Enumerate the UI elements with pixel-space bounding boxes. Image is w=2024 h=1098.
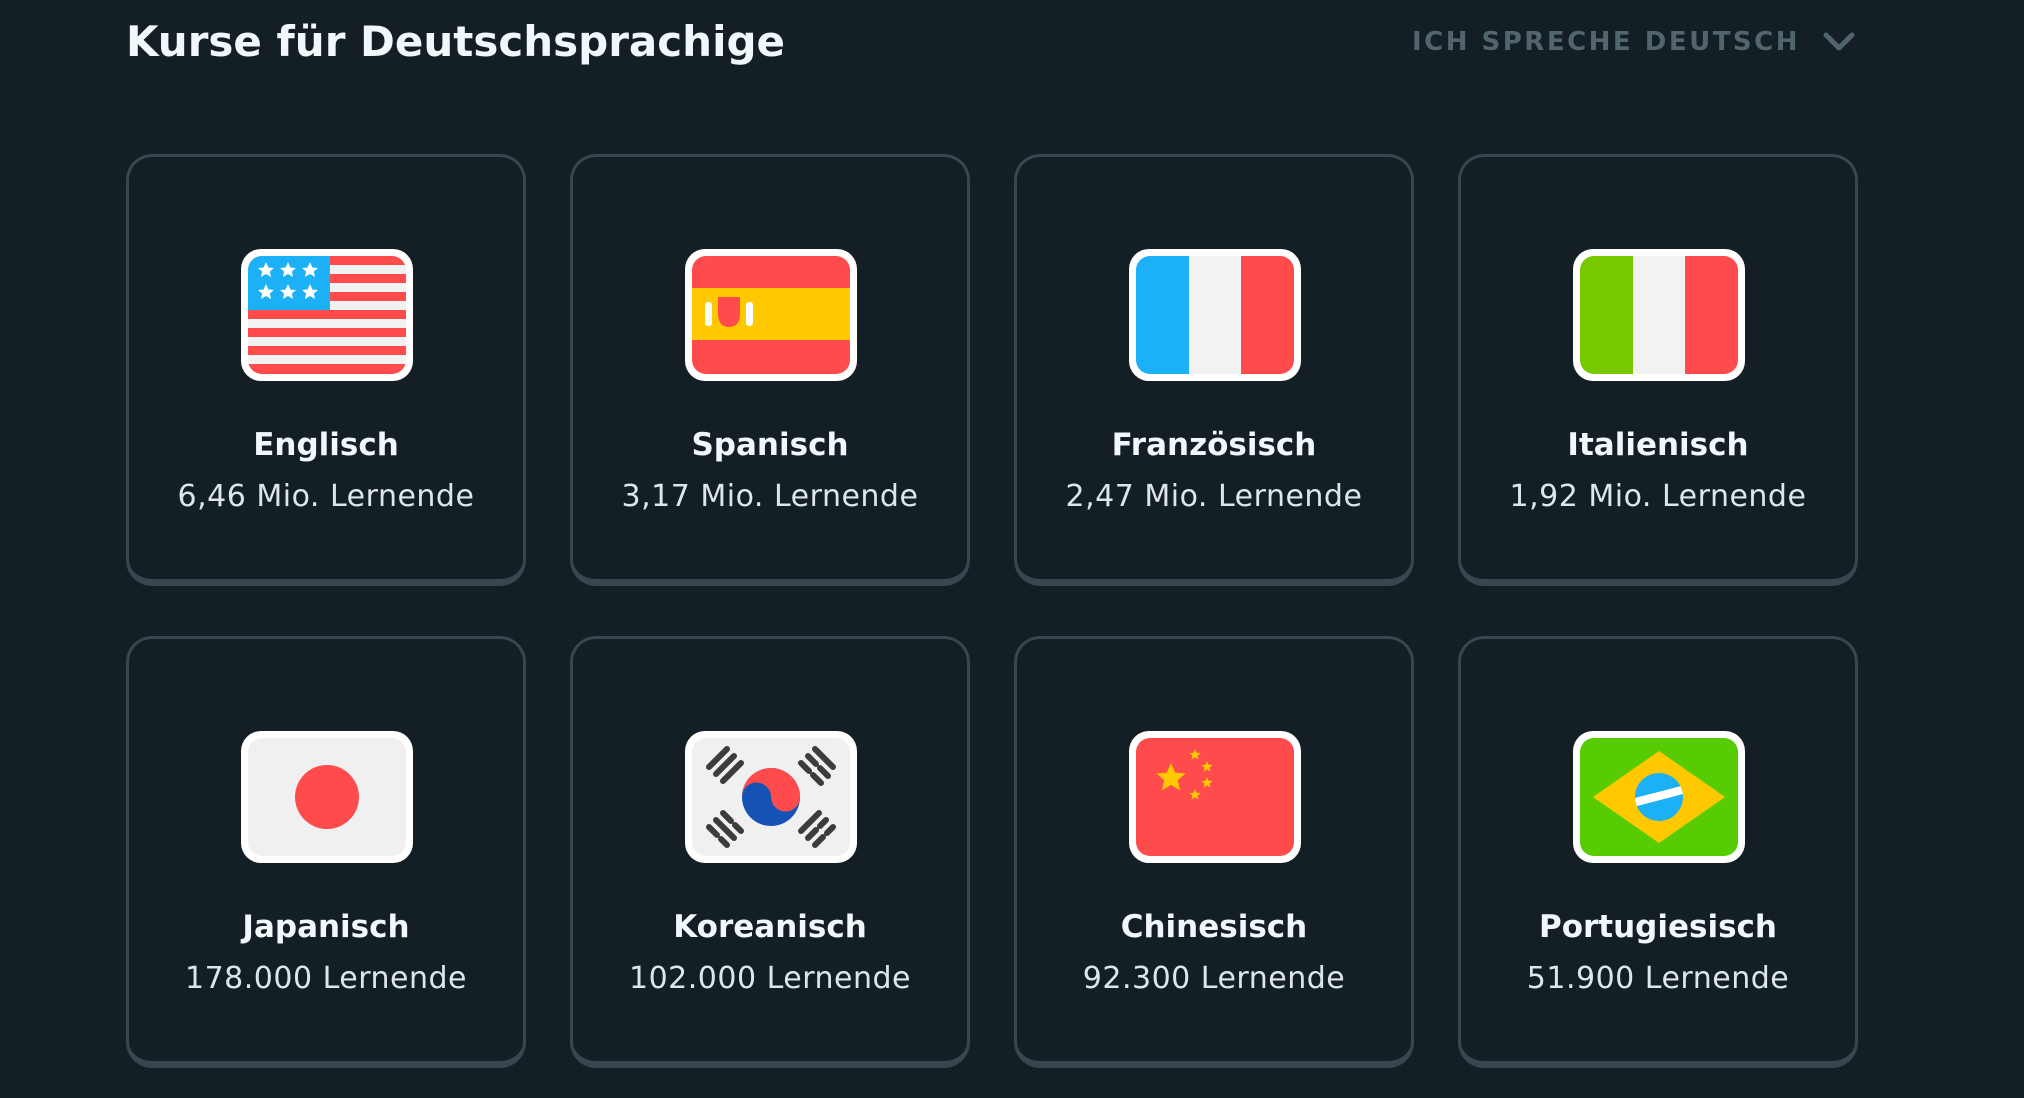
course-name: Chinesisch xyxy=(1120,909,1308,945)
course-card-englisch[interactable]: Englisch 6,46 Mio. Lernende xyxy=(126,154,526,586)
china-flag-icon xyxy=(1129,731,1301,863)
course-name: Italienisch xyxy=(1567,427,1749,463)
course-name: Koreanisch xyxy=(673,909,867,945)
course-card-koreanisch[interactable]: Koreanisch 102.000 Lernende xyxy=(570,636,970,1068)
course-learners: 6,46 Mio. Lernende xyxy=(177,479,475,514)
brazil-flag-icon xyxy=(1573,731,1745,863)
course-name: Spanisch xyxy=(691,427,849,463)
france-flag-icon xyxy=(1129,249,1301,381)
course-card-italienisch[interactable]: Italienisch 1,92 Mio. Lernende xyxy=(1458,154,1858,586)
course-name: Portugiesisch xyxy=(1538,909,1777,945)
japan-flag-icon xyxy=(241,731,413,863)
course-card-franzoesisch[interactable]: Französisch 2,47 Mio. Lernende xyxy=(1014,154,1414,586)
course-learners: 3,17 Mio. Lernende xyxy=(621,479,919,514)
course-card-japanisch[interactable]: Japanisch 178.000 Lernende xyxy=(126,636,526,1068)
course-learners: 102.000 Lernende xyxy=(628,961,912,996)
page-title: Kurse für Deutschsprachige xyxy=(126,17,786,66)
korea-flag-icon xyxy=(685,731,857,863)
course-learners: 2,47 Mio. Lernende xyxy=(1065,479,1363,514)
language-selector-label: ICH SPRECHE DEUTSCH xyxy=(1411,27,1800,57)
course-card-chinesisch[interactable]: Chinesisch 92.300 Lernende xyxy=(1014,636,1414,1068)
language-selector[interactable]: ICH SPRECHE DEUTSCH xyxy=(1412,12,1856,72)
course-name: Japanisch xyxy=(242,909,410,945)
course-name: Englisch xyxy=(253,427,399,463)
course-card-portugiesisch[interactable]: Portugiesisch 51.900 Lernende xyxy=(1458,636,1858,1068)
course-learners: 51.900 Lernende xyxy=(1526,961,1790,996)
chevron-down-icon xyxy=(1823,32,1855,51)
page-header: Kurse für Deutschsprachige ICH SPRECHE D… xyxy=(126,12,1856,72)
course-card-spanisch[interactable]: Spanisch 3,17 Mio. Lernende xyxy=(570,154,970,586)
course-learners: 92.300 Lernende xyxy=(1082,961,1346,996)
italy-flag-icon xyxy=(1573,249,1745,381)
course-name: Französisch xyxy=(1111,427,1317,463)
course-grid: Englisch 6,46 Mio. Lernende Spanisch 3,1… xyxy=(126,154,1858,1068)
us-flag-icon xyxy=(241,249,413,381)
course-learners: 1,92 Mio. Lernende xyxy=(1509,479,1807,514)
course-learners: 178.000 Lernende xyxy=(184,961,468,996)
spain-flag-icon xyxy=(685,249,857,381)
